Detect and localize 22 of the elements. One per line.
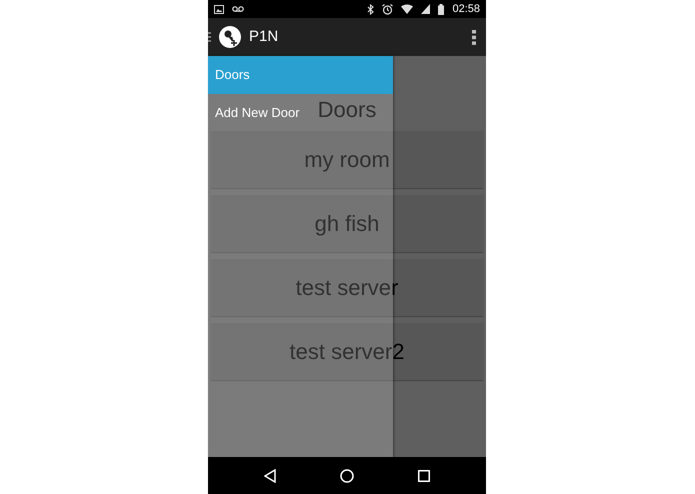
key-logo-icon[interactable]: [219, 26, 241, 48]
bluetooth-icon: [367, 4, 374, 14]
drawer-indicator-icon: [208, 32, 211, 42]
home-icon[interactable]: [340, 468, 354, 482]
door-card[interactable]: test server: [211, 259, 483, 316]
wifi-icon: [401, 4, 414, 14]
drawer-item[interactable]: Add New Door: [208, 94, 307, 132]
status-time: 02:58: [452, 2, 480, 17]
door-card[interactable]: test server2: [211, 323, 483, 380]
voicemail-icon: [232, 6, 244, 12]
page-title: Doors: [318, 97, 376, 122]
app-title: P1N: [249, 26, 280, 47]
overflow-menu-icon[interactable]: [472, 30, 476, 44]
battery-icon: [438, 4, 444, 14]
image-icon: [214, 4, 224, 14]
recents-icon[interactable]: [418, 470, 430, 482]
drawer-item[interactable]: Doors: [208, 56, 393, 94]
door-card[interactable]: gh fish: [211, 195, 483, 252]
signal-icon: [421, 4, 430, 14]
door-card[interactable]: my room: [211, 131, 483, 188]
alarm-icon: [382, 4, 394, 14]
back-icon[interactable]: [264, 468, 276, 482]
